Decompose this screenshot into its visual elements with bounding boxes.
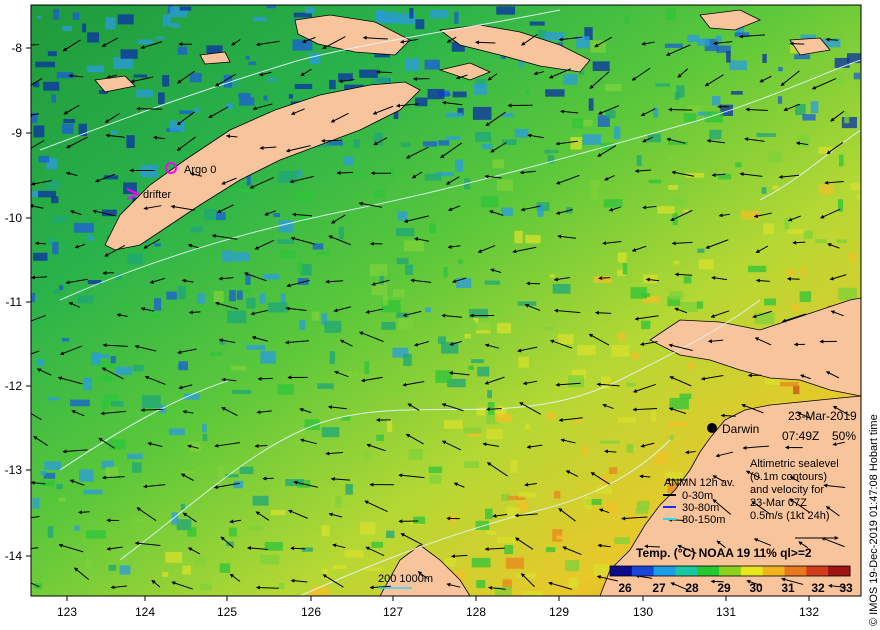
anmn-title: ANMN 12h av. — [664, 477, 735, 489]
colorbar-tick: 27 — [652, 581, 666, 595]
colorbar-tick: 32 — [811, 581, 825, 595]
note-line-4: 23-Mar 07Z — [750, 497, 807, 509]
colorbar-segment — [828, 566, 851, 576]
scale-label: 200 1000m — [378, 573, 433, 585]
y-tick-label: -12 — [5, 379, 23, 393]
y-tick-label: -8 — [11, 41, 22, 55]
colorbar-segment — [653, 566, 676, 576]
x-tick-label: 132 — [799, 605, 819, 619]
note-line-3: and velocity for — [750, 484, 824, 496]
y-tick-label: -14 — [5, 549, 23, 563]
colorbar-segment — [697, 566, 720, 576]
colorbar-segment — [740, 566, 764, 576]
colorbar-title: Temp. (°C) NOAA 19 11% ql>=2 — [636, 546, 812, 560]
anmn-item-label: 30-80m — [682, 502, 719, 514]
x-tick-label: 127 — [383, 605, 403, 619]
drifter-label: drifter — [143, 189, 171, 201]
x-tick-label: 123 — [57, 605, 77, 619]
colorbar-segment — [631, 566, 655, 576]
colorbar-tick: 29 — [717, 581, 731, 595]
argo-label: Argo 0 — [184, 164, 216, 176]
colorbar-tick: 30 — [749, 581, 763, 595]
credit-text: © IMOS 19-Dec-2019 01:47:08 Hobart time — [868, 414, 880, 626]
note-line-1: Altimetric sealevel — [750, 458, 839, 470]
colorbar-segment — [610, 566, 633, 576]
y-tick-label: -11 — [6, 295, 23, 309]
y-axis: -8 -9 -10 -11 -12 -13 -14 — [5, 41, 31, 563]
x-tick-label: 131 — [716, 605, 736, 619]
station-icon — [707, 423, 717, 433]
anmn-item-label: 0-30m — [682, 490, 713, 502]
x-tick-label: 130 — [633, 605, 653, 619]
x-tick-label: 129 — [549, 605, 569, 619]
x-tick-label: 124 — [135, 605, 155, 619]
colorbar-segment — [719, 566, 742, 576]
note-line-2: (0.1m contours) — [750, 471, 827, 483]
x-tick-label: 128 — [466, 605, 486, 619]
colorbar-segment — [762, 566, 786, 576]
sst-map: 123 124 125 126 127 128 129 130 131 132 -8 -9 -10 -1… — [5, 4, 862, 619]
colorbar-segment — [806, 566, 829, 576]
y-tick-label: -13 — [5, 463, 23, 477]
x-tick-label: 126 — [301, 605, 321, 619]
y-tick-label: -9 — [11, 126, 22, 140]
colorbar-tick: 26 — [618, 581, 632, 595]
y-tick-label: -10 — [5, 211, 23, 225]
colorbar-tick: 33 — [839, 581, 853, 595]
colorbar-segment — [784, 566, 807, 576]
station-percent: 50% — [832, 429, 856, 443]
station-date: 23-Mar-2019 — [788, 409, 857, 423]
note-line-5: 0.5m/s (1kt 24h) — [750, 510, 829, 522]
station-time: 07:49Z — [782, 429, 819, 443]
station-name: Darwin — [722, 422, 759, 436]
x-tick-label: 125 — [217, 605, 237, 619]
colorbar-tick: 31 — [781, 581, 795, 595]
colorbar-segment — [675, 566, 698, 576]
anmn-item-label: 80-150m — [682, 514, 725, 526]
x-axis: 123 124 125 126 127 128 129 130 131 132 — [57, 596, 819, 619]
colorbar-tick: 28 — [685, 581, 699, 595]
